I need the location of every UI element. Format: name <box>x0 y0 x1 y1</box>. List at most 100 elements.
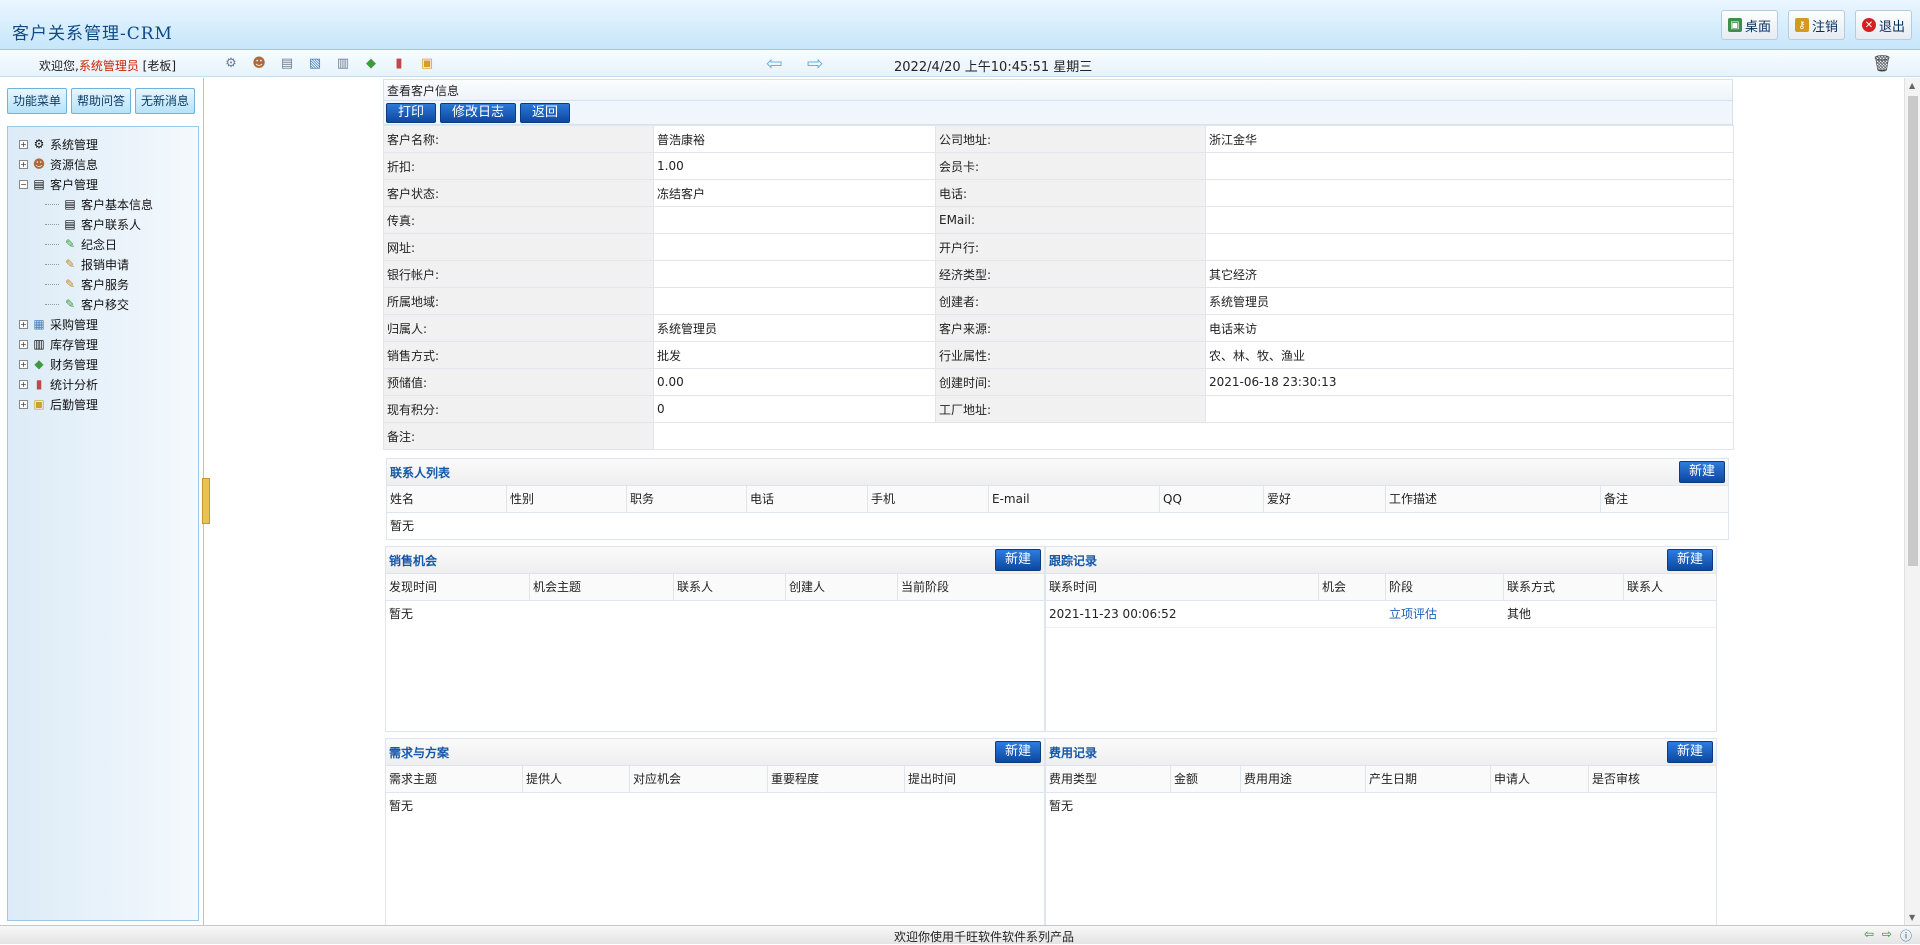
column-header: QQ <box>1160 486 1264 512</box>
field-label: 预储值: <box>383 368 654 396</box>
tab-help[interactable]: 帮助问答 <box>71 88 132 114</box>
forward-arrow-icon[interactable]: ⇨ <box>1882 927 1892 944</box>
tree-label: 后勤管理 <box>50 397 99 412</box>
column-header: 需求主题 <box>386 766 523 792</box>
tree-item-logistics[interactable]: + ▣ 后勤管理 <box>19 395 98 413</box>
field-value[interactable]: 系统管理员 <box>653 314 936 342</box>
field-value[interactable]: 系统管理员 <box>1205 287 1734 315</box>
desktop-button[interactable]: ▣ 桌面 <box>1720 10 1778 40</box>
new-needs-button[interactable]: 新建 <box>994 741 1041 763</box>
exit-button[interactable]: ✕ 退出 <box>1854 10 1912 40</box>
scroll-down-icon[interactable]: ▼ <box>1909 913 1915 922</box>
tree-item-customer-basic[interactable]: ▤ 客户基本信息 <box>45 195 153 213</box>
info-row: 所属地域: 创建者: 系统管理员 <box>383 287 1734 315</box>
column-header: 联系人 <box>1627 580 1664 594</box>
user-role: [老板] <box>142 59 177 73</box>
back-button[interactable]: 返回 <box>520 103 571 123</box>
expand-icon[interactable]: + <box>19 359 28 369</box>
box-icon[interactable]: ▣ <box>418 55 436 73</box>
tree-item-reimbursement[interactable]: ✎ 报销申请 <box>45 255 129 273</box>
new-sales-button[interactable]: 新建 <box>994 549 1041 571</box>
expand-icon[interactable]: + <box>19 139 28 149</box>
forward-arrow-icon[interactable]: ⇨ <box>807 53 837 73</box>
new-tracking-button[interactable]: 新建 <box>1666 549 1713 571</box>
tracking-time: 2021-11-23 00:06:52 <box>1049 607 1177 621</box>
needs-empty: 暂无 <box>389 799 414 813</box>
current-user[interactable]: 系统管理员 <box>79 59 139 73</box>
status-bar: 欢迎您,系统管理员 [老板] ⚙ ☻ ▤ ▧ ▥ ◆ ▮ ▣ ⇦ ⇨ 2022/… <box>0 50 1920 77</box>
info-icon[interactable]: ⓘ <box>1900 927 1912 944</box>
card-icon: ▤ <box>64 197 76 211</box>
expand-icon[interactable]: + <box>19 379 28 389</box>
needs-section: 需求与方案 新建 需求主题 提供人 对应机会 重要程度 提出时间 暂无 <box>385 738 1045 928</box>
field-label: 客户状态: <box>383 179 654 207</box>
money-icon[interactable]: ◆ <box>362 55 380 73</box>
needs-title: 需求与方案 <box>389 745 450 760</box>
field-label: EMail: <box>935 206 1206 234</box>
fees-empty: 暂无 <box>1049 799 1074 813</box>
back-arrow-icon[interactable]: ⇦ <box>766 53 796 73</box>
tree-item-resources[interactable]: + ☻ 资源信息 <box>19 155 98 173</box>
tree-label: 报销申请 <box>81 257 130 272</box>
tree-label: 采购管理 <box>50 317 99 332</box>
field-label: 客户名称: <box>383 125 654 153</box>
field-value <box>653 233 936 261</box>
stats-icon[interactable]: ▮ <box>390 55 408 73</box>
scroll-thumb[interactable] <box>1908 96 1918 566</box>
printer-icon[interactable]: ▥ <box>334 55 352 73</box>
tracking-stage-link[interactable]: 立项评估 <box>1386 601 1504 627</box>
info-row: 银行帐户: 经济类型: 其它经济 <box>383 260 1734 288</box>
tree-label: 财务管理 <box>50 357 99 372</box>
tab-messages[interactable]: 无新消息 <box>135 88 196 114</box>
table-row[interactable]: 2021-11-23 00:06:52 立项评估 其他 <box>1046 601 1716 628</box>
card-icon: ▤ <box>33 177 45 191</box>
print-button[interactable]: 打印 <box>386 103 437 123</box>
trash-icon[interactable]: 🗑 <box>1872 54 1892 73</box>
app-title: 客户关系管理-CRM <box>12 24 173 44</box>
tree-item-statistics[interactable]: + ▮ 统计分析 <box>19 375 98 393</box>
tree-item-inventory[interactable]: + ▥ 库存管理 <box>19 335 98 353</box>
column-header: 金额 <box>1171 766 1241 792</box>
tree-item-customer-transfer[interactable]: ✎ 客户移交 <box>45 295 129 313</box>
info-row: 传真: EMail: <box>383 206 1734 234</box>
column-header: 产生日期 <box>1366 766 1491 792</box>
sidebar-toggle-handle[interactable] <box>202 478 210 524</box>
column-header: 对应机会 <box>630 766 768 792</box>
info-row: 销售方式: 批发 行业属性: 农、林、牧、渔业 <box>383 341 1734 369</box>
tab-function-menu[interactable]: 功能菜单 <box>7 88 68 114</box>
expand-icon[interactable]: + <box>19 159 28 169</box>
expand-icon[interactable]: + <box>19 399 28 409</box>
logout-button[interactable]: ⚷ 注销 <box>1787 10 1845 40</box>
fees-title: 费用记录 <box>1049 745 1098 760</box>
tree-item-customer-contacts[interactable]: ▤ 客户联系人 <box>45 215 141 233</box>
page-scrollbar[interactable]: ▲ ▼ <box>1904 78 1920 925</box>
card-icon[interactable]: ▤ <box>278 55 296 73</box>
expand-icon[interactable]: + <box>19 319 28 329</box>
new-fee-button[interactable]: 新建 <box>1666 741 1713 763</box>
scroll-up-icon[interactable]: ▲ <box>1909 81 1915 90</box>
pencil-icon: ✎ <box>64 297 76 311</box>
tree-item-system[interactable]: + ⚙ 系统管理 <box>19 135 98 153</box>
field-label: 所属地域: <box>383 287 654 315</box>
new-contact-button[interactable]: 新建 <box>1678 461 1725 483</box>
gear-icon[interactable]: ⚙ <box>222 55 240 73</box>
tree-item-purchasing[interactable]: + ▦ 采购管理 <box>19 315 98 333</box>
user-icon[interactable]: ☻ <box>250 55 268 73</box>
field-value: 普浩康裕 <box>653 125 936 153</box>
expand-icon[interactable]: + <box>19 339 28 349</box>
back-arrow-icon[interactable]: ⇦ <box>1864 927 1874 944</box>
collapse-icon[interactable]: − <box>19 179 28 189</box>
change-log-button[interactable]: 修改日志 <box>440 103 517 123</box>
column-header: 工作描述 <box>1386 486 1601 512</box>
pencil-icon: ✎ <box>64 237 76 251</box>
box-icon: ▣ <box>33 397 45 411</box>
chart-icon[interactable]: ▧ <box>306 55 324 73</box>
tree-item-customer-service[interactable]: ✎ 客户服务 <box>45 275 129 293</box>
column-header: 费用用途 <box>1241 766 1366 792</box>
contacts-header: 联系人列表 新建 <box>387 459 1728 486</box>
column-header: E-mail <box>989 486 1160 512</box>
tree-label: 客户联系人 <box>81 217 142 232</box>
tree-item-anniversary[interactable]: ✎ 纪念日 <box>45 235 117 253</box>
tree-item-finance[interactable]: + ◆ 财务管理 <box>19 355 98 373</box>
tree-item-customers[interactable]: − ▤ 客户管理 <box>19 175 98 193</box>
